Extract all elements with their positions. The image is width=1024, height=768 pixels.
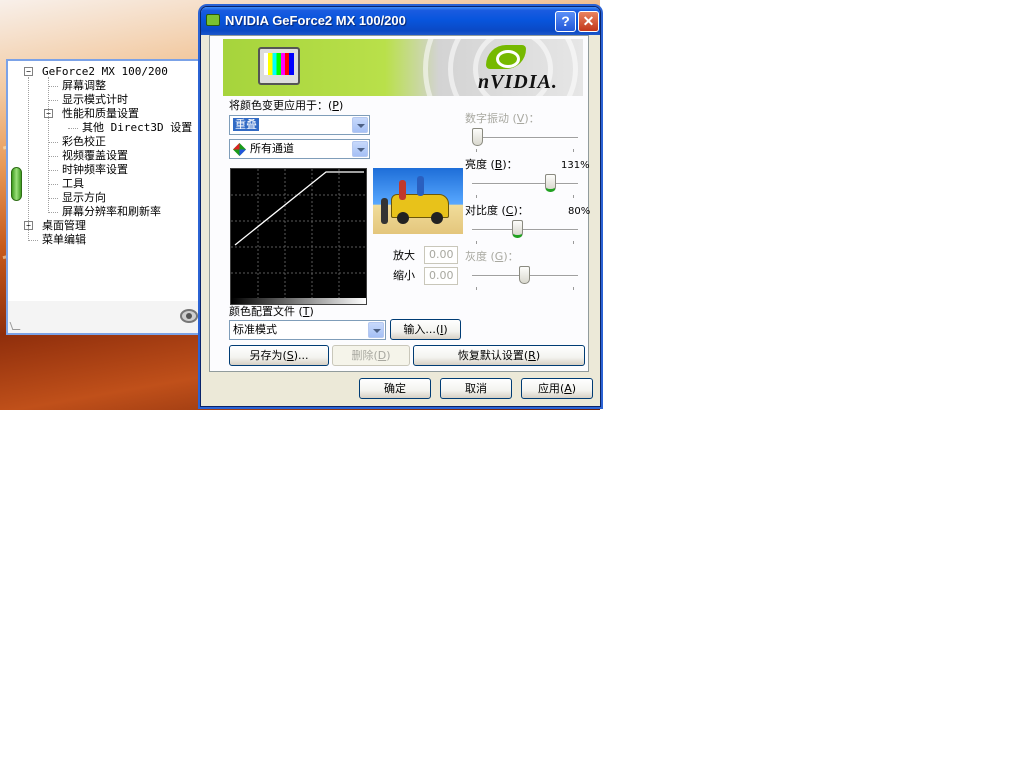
tree-item[interactable]: 工具 (62, 177, 84, 191)
color-profile-selected-value: 标准模式 (233, 323, 277, 336)
tree-item[interactable]: 视频覆盖设置 (62, 149, 128, 163)
screen: − GeForce2 MX 100/200 屏幕调整 显示模式计时 − 性能和质量设置 其他… (0, 0, 1024, 768)
tree-connector (48, 212, 58, 213)
tree-item[interactable]: 屏幕分辨率和刷新率 (62, 205, 161, 219)
tree-item[interactable]: GeForce2 MX 100/200 (42, 65, 168, 79)
brightness-label: 亮度 (B)： (465, 158, 518, 171)
tree-connector (68, 128, 78, 129)
nvidia-settings-icon[interactable] (180, 309, 198, 323)
zoom-out-label: 缩小 (393, 269, 415, 282)
chevron-down-icon[interactable] (368, 322, 384, 338)
color-correction-page: nVIDIA. 将颜色变更应用于：(P) 重叠 所有通道 数字振动 (V)： 亮… (209, 35, 591, 372)
panel-collapse-handle[interactable] (11, 167, 22, 201)
gamma-label: 灰度 (G)： (465, 250, 519, 263)
collapse-icon[interactable]: − (24, 67, 33, 76)
tree-connector (48, 184, 58, 185)
ok-button[interactable]: 确定 (359, 378, 431, 399)
tree-item[interactable]: 屏幕调整 (62, 79, 106, 93)
gamma-ticks (476, 287, 574, 290)
nvidia-logo-text: nVIDIA. (478, 71, 558, 93)
delete-button[interactable]: 删除(D) (332, 345, 410, 366)
tree-connector (48, 198, 58, 199)
preview-image (373, 168, 463, 234)
tree-connector (48, 156, 58, 157)
apply-to-dropdown[interactable]: 重叠 (229, 115, 370, 135)
color-curve-graph (230, 168, 367, 305)
tree-item[interactable]: 时钟频率设置 (62, 163, 128, 177)
tree-connector (48, 100, 58, 101)
brightness-thumb[interactable] (545, 174, 556, 192)
digital-vibrance-slider[interactable] (472, 137, 578, 139)
help-button[interactable]: ? (555, 11, 576, 32)
tree-connector (48, 170, 58, 171)
title-bar[interactable]: NVIDIA GeForce2 MX 100/200 ? ✕ (201, 7, 600, 35)
cancel-button[interactable]: 取消 (440, 378, 512, 399)
save-as-button[interactable]: 另存为(S)... (229, 345, 329, 366)
nvidia-banner: nVIDIA. (223, 39, 583, 96)
contrast-label: 对比度 (C)： (465, 204, 529, 217)
nvidia-tree-panel: − GeForce2 MX 100/200 屏幕调整 显示模式计时 − 性能和质量设置 其他… (6, 59, 212, 335)
color-profile-dropdown[interactable]: 标准模式 (229, 320, 386, 340)
tree-item[interactable]: 彩色校正 (62, 135, 106, 149)
digital-vibrance-thumb[interactable] (472, 128, 483, 146)
tree-connector (48, 86, 58, 87)
gamma-curve-line (234, 171, 364, 246)
apply-button[interactable]: 应用(A) (521, 378, 593, 399)
monitor-color-bars-icon (258, 47, 300, 85)
tree-connector (28, 77, 29, 241)
gamma-curve-plot (231, 169, 366, 298)
tree-connector (28, 240, 38, 241)
rgb-channels-icon (233, 143, 246, 156)
gamma-thumb[interactable] (519, 266, 530, 284)
zoom-in-label: 放大 (393, 249, 415, 262)
nvidia-app-icon (206, 14, 220, 26)
brightness-ticks (476, 195, 574, 198)
contrast-slider[interactable] (472, 229, 578, 231)
tree-connector (48, 77, 49, 213)
apply-to-label: 将颜色变更应用于：(P) (229, 99, 344, 112)
digital-vibrance-label: 数字振动 (V)： (465, 112, 540, 125)
tree-item[interactable]: 性能和质量设置 (62, 107, 139, 121)
chevron-down-icon[interactable] (352, 141, 368, 157)
contrast-thumb[interactable] (512, 220, 523, 238)
import-button[interactable]: 输入...(I) (390, 319, 461, 340)
restore-defaults-button[interactable]: 恢复默认设置(R) (413, 345, 585, 366)
tree-connector (48, 142, 58, 143)
tree-item[interactable]: 桌面管理 (42, 219, 86, 233)
tree-item[interactable]: 显示模式计时 (62, 93, 128, 107)
brightness-value: 131% (561, 160, 590, 171)
contrast-value: 80% (568, 206, 591, 217)
gray-gradient-strip (231, 298, 366, 304)
tree-item[interactable]: 显示方向 (62, 191, 106, 205)
channel-dropdown[interactable]: 所有通道 (229, 139, 370, 159)
tree-item[interactable]: 菜单编辑 (42, 233, 86, 247)
close-button[interactable]: ✕ (578, 11, 599, 32)
tree-item[interactable]: 其他 Direct3D 设置 (82, 121, 192, 135)
chevron-down-icon[interactable] (352, 117, 368, 133)
contrast-ticks (476, 241, 574, 244)
zoom-out-field: 0.00 (424, 267, 458, 285)
channel-selected-value: 所有通道 (250, 142, 294, 155)
color-profile-label: 颜色配置文件 (T) (229, 305, 314, 318)
digital-vibrance-ticks (476, 149, 574, 152)
window-title: NVIDIA GeForce2 MX 100/200 (225, 13, 406, 28)
zoom-in-field: 0.00 (424, 246, 458, 264)
apply-to-selected-value: 重叠 (233, 118, 259, 131)
brightness-slider[interactable] (472, 183, 578, 185)
nvidia-properties-dialog: NVIDIA GeForce2 MX 100/200 ? ✕ nVIDIA. 将… (200, 6, 601, 407)
